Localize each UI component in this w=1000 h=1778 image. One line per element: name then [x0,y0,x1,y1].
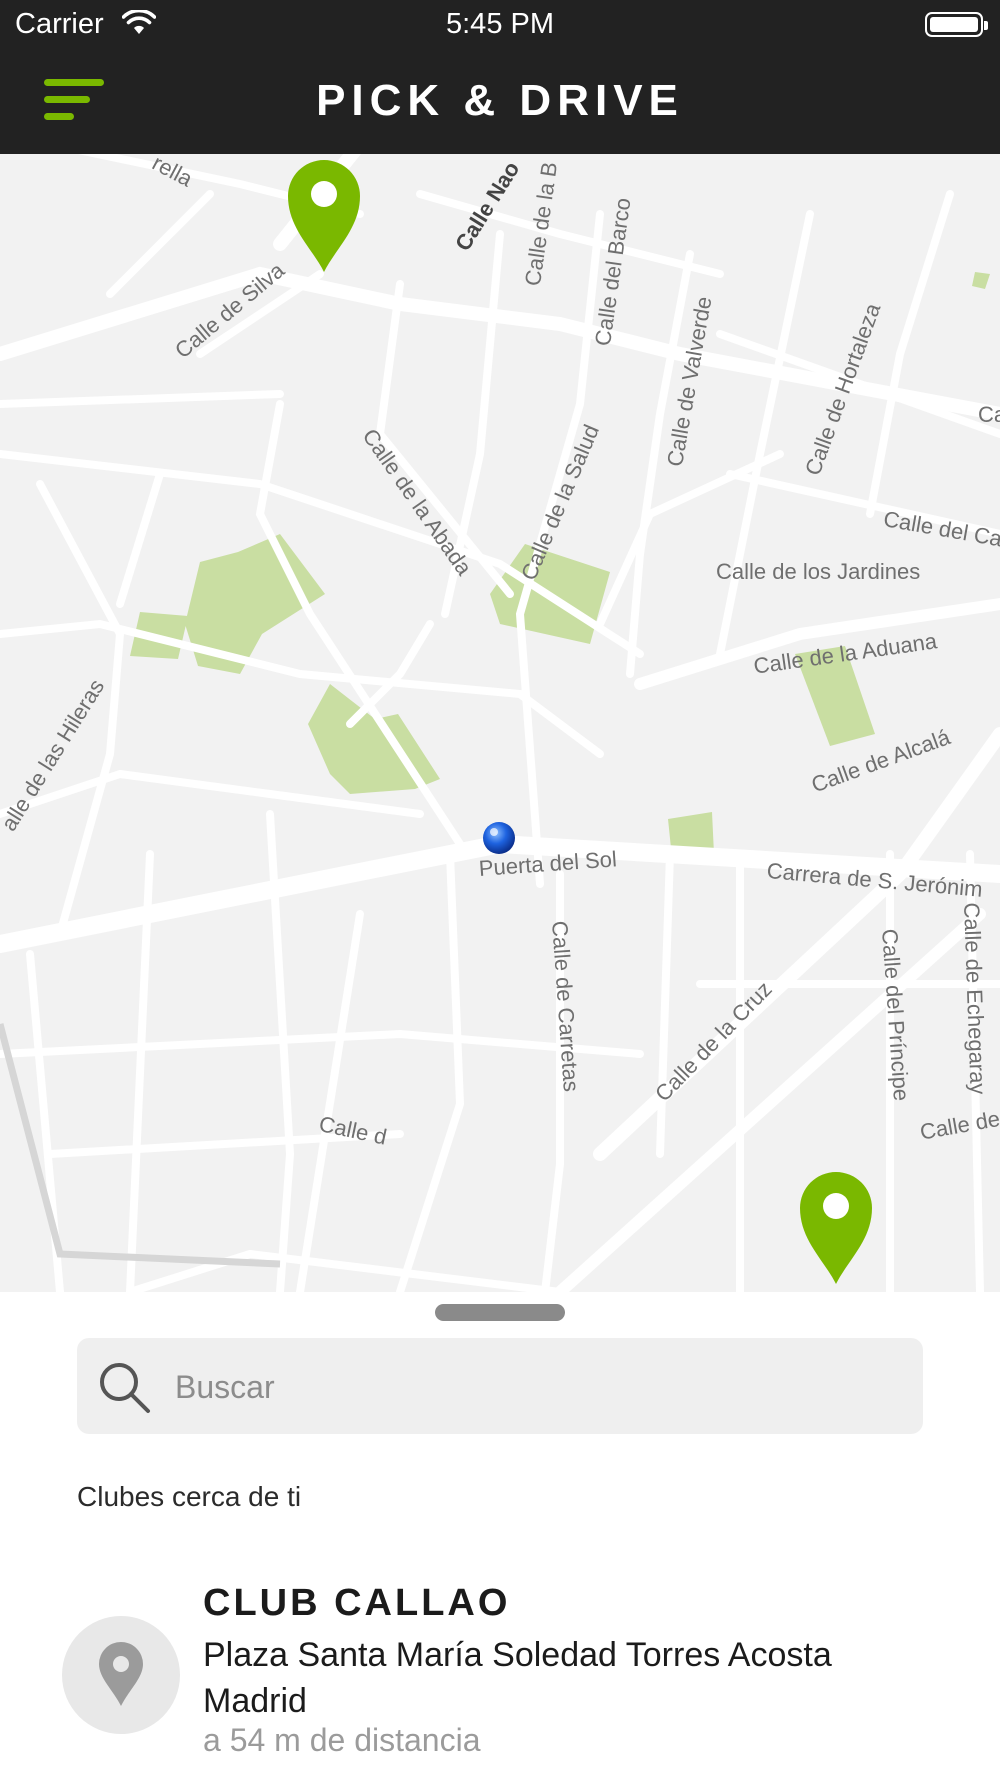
battery-icon [925,12,988,37]
club-pin-north[interactable] [286,158,362,274]
current-location-dot [483,822,515,854]
map-streets [0,154,1000,1292]
top-bar: Carrier 5:45 PM PICK & DRIVE [0,0,1000,154]
club-name: CLUB CALLAO [203,1582,511,1624]
search-input[interactable] [173,1338,897,1436]
section-title: Clubes cerca de ti [77,1481,302,1512]
sheet-drag-handle[interactable] [435,1304,565,1321]
location-pin-icon [99,1642,143,1706]
map-view[interactable]: rella Calle de Silva Calle Nao Calle de … [0,154,1000,1292]
street-label: Calle de los Jardines [716,559,921,584]
search-bar[interactable] [77,1338,923,1436]
club-pin-south[interactable] [798,1170,874,1286]
clock: 5:45 PM [446,8,554,40]
page-title: PICK & DRIVE [316,76,684,125]
club-distance: a 54 m de distancia [203,1722,481,1758]
club-address: Plaza Santa María Soledad Torres Acosta … [203,1636,832,1720]
street-label: Ca [978,402,1000,427]
search-icon [100,1363,150,1413]
status-bar: Carrier 5:45 PM [0,0,1000,50]
club-list-item[interactable]: CLUB CALLAO Plaza Santa María Soledad To… [0,1570,1000,1770]
club-avatar [62,1616,180,1734]
